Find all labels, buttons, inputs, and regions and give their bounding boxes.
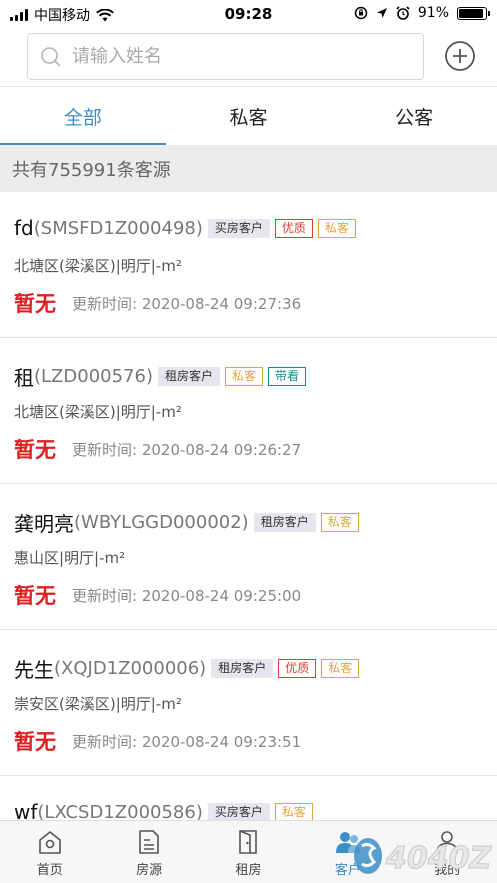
search-input[interactable]	[72, 46, 372, 67]
search-icon	[41, 46, 61, 67]
customer-name: 租	[14, 366, 34, 390]
tag-quality: 优质	[274, 218, 313, 238]
add-customer-button[interactable]	[444, 40, 476, 72]
customer-price: 暂无	[14, 292, 56, 316]
filter-tabs: 全部 私客 公客	[0, 86, 497, 145]
customer-meta-row: 暂无 更新时间: 2020-08-24 09:25:00	[14, 580, 301, 610]
customer-meta-row: 暂无 更新时间: 2020-08-24 09:27:36	[14, 288, 301, 318]
customer-card[interactable]: 先生 (XQJD1Z000006) 租房客户 优质 私客 崇安区(梁溪区)|明厅…	[0, 630, 497, 776]
nav-customers[interactable]: 客户	[298, 821, 397, 883]
status-right: 91%	[354, 5, 490, 21]
alarm-icon	[396, 6, 410, 20]
customer-price: 暂无	[14, 584, 56, 608]
home-icon	[38, 831, 61, 854]
customer-name: 龚明亮	[14, 512, 74, 536]
status-bar: 中国移动 09:28 91%	[0, 0, 497, 30]
tab-private[interactable]: 私客	[166, 87, 332, 145]
customer-location: 北塘区(梁溪区)|明厅|-m²	[14, 403, 182, 421]
customer-price: 暂无	[14, 438, 56, 462]
customer-name: wf	[14, 800, 38, 820]
tag-private: 私客	[317, 218, 356, 238]
nav-rental-label: 租房	[235, 863, 262, 878]
customer-location: 北塘区(梁溪区)|明厅|-m²	[14, 257, 182, 275]
nav-rental[interactable]: 租房	[199, 821, 298, 883]
profile-icon	[436, 831, 459, 854]
customer-title-row: 先生 (XQJD1Z000006) 租房客户 优质 私客	[14, 654, 360, 683]
nav-listings-label: 房源	[136, 863, 163, 878]
tag-private: 私客	[321, 659, 360, 678]
tab-all[interactable]: 全部	[0, 87, 166, 145]
customer-name: 先生	[14, 658, 54, 682]
update-time: 更新时间: 2020-08-24 09:26:27	[72, 440, 302, 459]
tag-customer-type: 租房客户	[157, 367, 220, 386]
tag-customer-type: 租房客户	[211, 659, 274, 678]
tag-viewing: 带看	[268, 367, 307, 386]
tag-private: 私客	[274, 802, 313, 820]
tag-customer-type: 买房客户	[207, 218, 270, 238]
customer-title-row: wf (LXCSD1Z000586) 买房客户 私客	[14, 800, 313, 820]
customer-icon	[335, 832, 360, 853]
customer-meta-row: 暂无 更新时间: 2020-08-24 09:26:27	[14, 434, 301, 464]
search-header	[0, 30, 497, 86]
door-icon	[239, 830, 258, 854]
battery-percent: 91%	[417, 5, 449, 21]
customer-meta-row: 暂无 更新时间: 2020-08-24 09:23:51	[14, 726, 301, 756]
customer-card[interactable]: 租 (LZD000576) 租房客户 私客 带看 北塘区(梁溪区)|明厅|-m²…	[0, 338, 497, 484]
nav-profile[interactable]: 我的	[398, 821, 497, 883]
customer-code: (XQJD1Z000006)	[54, 658, 207, 679]
rotation-lock-icon	[354, 6, 368, 20]
search-box[interactable]	[27, 33, 424, 80]
tag-quality: 优质	[278, 659, 317, 678]
customer-list: fd (SMSFD1Z000498) 买房客户 优质 私客 北塘区(梁溪区)|明…	[0, 192, 497, 820]
customer-title-row: fd (SMSFD1Z000498) 买房客户 优质 私客	[14, 216, 356, 240]
customer-price: 暂无	[14, 730, 56, 754]
customer-code: (LZD000576)	[34, 366, 153, 387]
customer-count: 共有755991条客源	[0, 145, 497, 192]
tag-private: 私客	[320, 513, 359, 532]
customer-location: 崇安区(梁溪区)|明厅|-m²	[14, 695, 182, 713]
location-icon	[376, 8, 387, 18]
nav-profile-label: 我的	[434, 863, 461, 878]
tag-private: 私客	[225, 367, 264, 386]
nav-home[interactable]: 首页	[0, 821, 99, 883]
customer-location: 惠山区|明厅|-m²	[14, 549, 126, 567]
nav-listings[interactable]: 房源	[99, 821, 198, 883]
customer-card[interactable]: 龚明亮 (WBYLGGD000002) 租房客户 私客 惠山区|明厅|-m² 暂…	[0, 484, 497, 630]
update-time: 更新时间: 2020-08-24 09:23:51	[72, 732, 302, 751]
customer-name: fd	[14, 216, 34, 240]
nav-customers-label: 客户	[334, 863, 361, 878]
bottom-nav: 首页 房源 租房 客户 我的	[0, 820, 497, 883]
customer-card[interactable]: wf (LXCSD1Z000586) 买房客户 私客	[0, 776, 497, 820]
customer-code: (SMSFD1Z000498)	[33, 217, 203, 239]
listing-icon	[139, 830, 159, 854]
update-time: 更新时间: 2020-08-24 09:25:00	[72, 586, 302, 605]
update-time: 更新时间: 2020-08-24 09:27:36	[72, 294, 302, 313]
battery-fill	[459, 8, 483, 18]
customer-code: (LXCSD1Z000586)	[37, 801, 203, 821]
battery-icon	[457, 6, 490, 20]
customer-code: (WBYLGGD000002)	[74, 512, 249, 533]
customer-title-row: 租 (LZD000576) 租房客户 私客 带看	[14, 362, 307, 391]
customer-card[interactable]: fd (SMSFD1Z000498) 买房客户 优质 私客 北塘区(梁溪区)|明…	[0, 192, 497, 338]
tab-public[interactable]: 公客	[331, 87, 497, 145]
nav-home-label: 首页	[36, 863, 63, 878]
tag-customer-type: 买房客户	[207, 802, 270, 820]
tag-customer-type: 租房客户	[253, 513, 316, 532]
customer-title-row: 龚明亮 (WBYLGGD000002) 租房客户 私客	[14, 508, 359, 537]
